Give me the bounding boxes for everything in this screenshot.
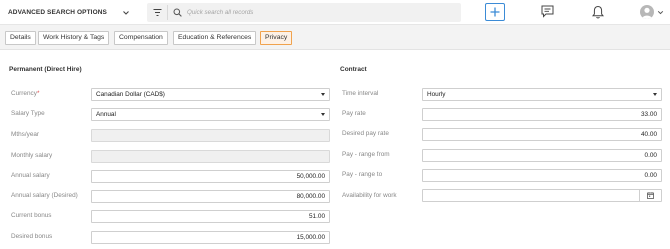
desired-pay-rate-field[interactable]: 40.00	[422, 128, 662, 141]
section-title-permanent: Permanent (Direct Hire)	[9, 66, 82, 73]
search-divider	[167, 5, 168, 20]
required-marker: *	[36, 90, 40, 97]
annual-salary-desired-label: Annual salary (Desired)	[11, 192, 78, 199]
current-bonus-field[interactable]: 51.00	[91, 210, 330, 223]
desired-bonus-field[interactable]: 15,000.00	[91, 231, 330, 244]
avatar[interactable]	[640, 5, 654, 19]
currency-select[interactable]: Canadian Dollar (CAD$)	[91, 88, 330, 101]
search-input[interactable]	[187, 5, 447, 20]
salary-type-select[interactable]: Annual	[91, 108, 330, 121]
chat-icon[interactable]	[541, 5, 554, 18]
chevron-down-icon[interactable]	[122, 9, 130, 17]
pay-range-from-label: Pay - range from	[342, 151, 390, 158]
availability-date-field[interactable]	[422, 189, 662, 202]
compensation-form: Permanent (Direct Hire) Currency* Canadi…	[0, 51, 670, 249]
time-interval-select[interactable]: Hourly	[422, 88, 662, 101]
calendar-icon	[647, 192, 654, 199]
annual-salary-label: Annual salary	[11, 172, 50, 179]
pay-rate-field[interactable]: 33.00	[422, 108, 662, 121]
pay-rate-label: Pay rate	[342, 110, 366, 117]
pay-range-to-label: Pay - range to	[342, 171, 383, 178]
desired-bonus-label: Desired bonus	[11, 233, 53, 240]
monthly-salary-label: Monthly salary	[11, 152, 53, 159]
top-bar: ADVANCED SEARCH OPTIONS	[0, 0, 670, 25]
salary-type-label: Salary Type	[11, 110, 45, 117]
salary-type-value: Annual	[96, 111, 116, 118]
bell-icon[interactable]	[592, 5, 604, 19]
mths-year-label: Mths/year	[11, 131, 40, 138]
pay-range-to-field[interactable]: 0.00	[422, 169, 662, 182]
availability-label: Availability for work	[342, 192, 397, 199]
caret-down-icon	[321, 113, 325, 116]
caret-down-icon	[321, 93, 325, 96]
plus-icon	[490, 7, 500, 17]
tab-privacy[interactable]: Privacy	[260, 31, 293, 45]
filter-icon[interactable]	[153, 8, 162, 17]
currency-label: Currency*	[11, 90, 40, 97]
section-title-contract: Contract	[340, 66, 367, 73]
caret-down-icon	[653, 93, 657, 96]
mths-year-field	[91, 129, 330, 142]
calendar-button[interactable]	[639, 190, 661, 201]
search-icon	[173, 8, 182, 17]
advanced-search-options[interactable]: ADVANCED SEARCH OPTIONS	[8, 0, 107, 25]
tab-compensation[interactable]: Compensation	[114, 31, 168, 45]
time-interval-label: Time interval	[342, 90, 379, 97]
add-button[interactable]	[485, 3, 505, 21]
desired-pay-rate-label: Desired pay rate	[342, 130, 389, 137]
tab-work-history-tags[interactable]: Work History & Tags	[38, 31, 110, 45]
currency-value: Canadian Dollar (CAD$)	[96, 91, 165, 98]
pay-range-from-field[interactable]: 0.00	[422, 149, 662, 162]
search-bar	[147, 3, 461, 22]
monthly-salary-field	[91, 150, 330, 163]
annual-salary-desired-field[interactable]: 80,000.00	[91, 190, 330, 203]
chevron-down-icon[interactable]	[657, 9, 664, 16]
annual-salary-field[interactable]: 50,000.00	[91, 170, 330, 183]
tab-education-references[interactable]: Education & References	[173, 31, 257, 45]
tabs-bar: Details Work History & Tags Compensation…	[0, 25, 670, 50]
user-icon	[642, 7, 652, 19]
tab-details[interactable]: Details	[5, 31, 36, 45]
time-interval-value: Hourly	[427, 91, 446, 98]
current-bonus-label: Current bonus	[11, 212, 52, 219]
